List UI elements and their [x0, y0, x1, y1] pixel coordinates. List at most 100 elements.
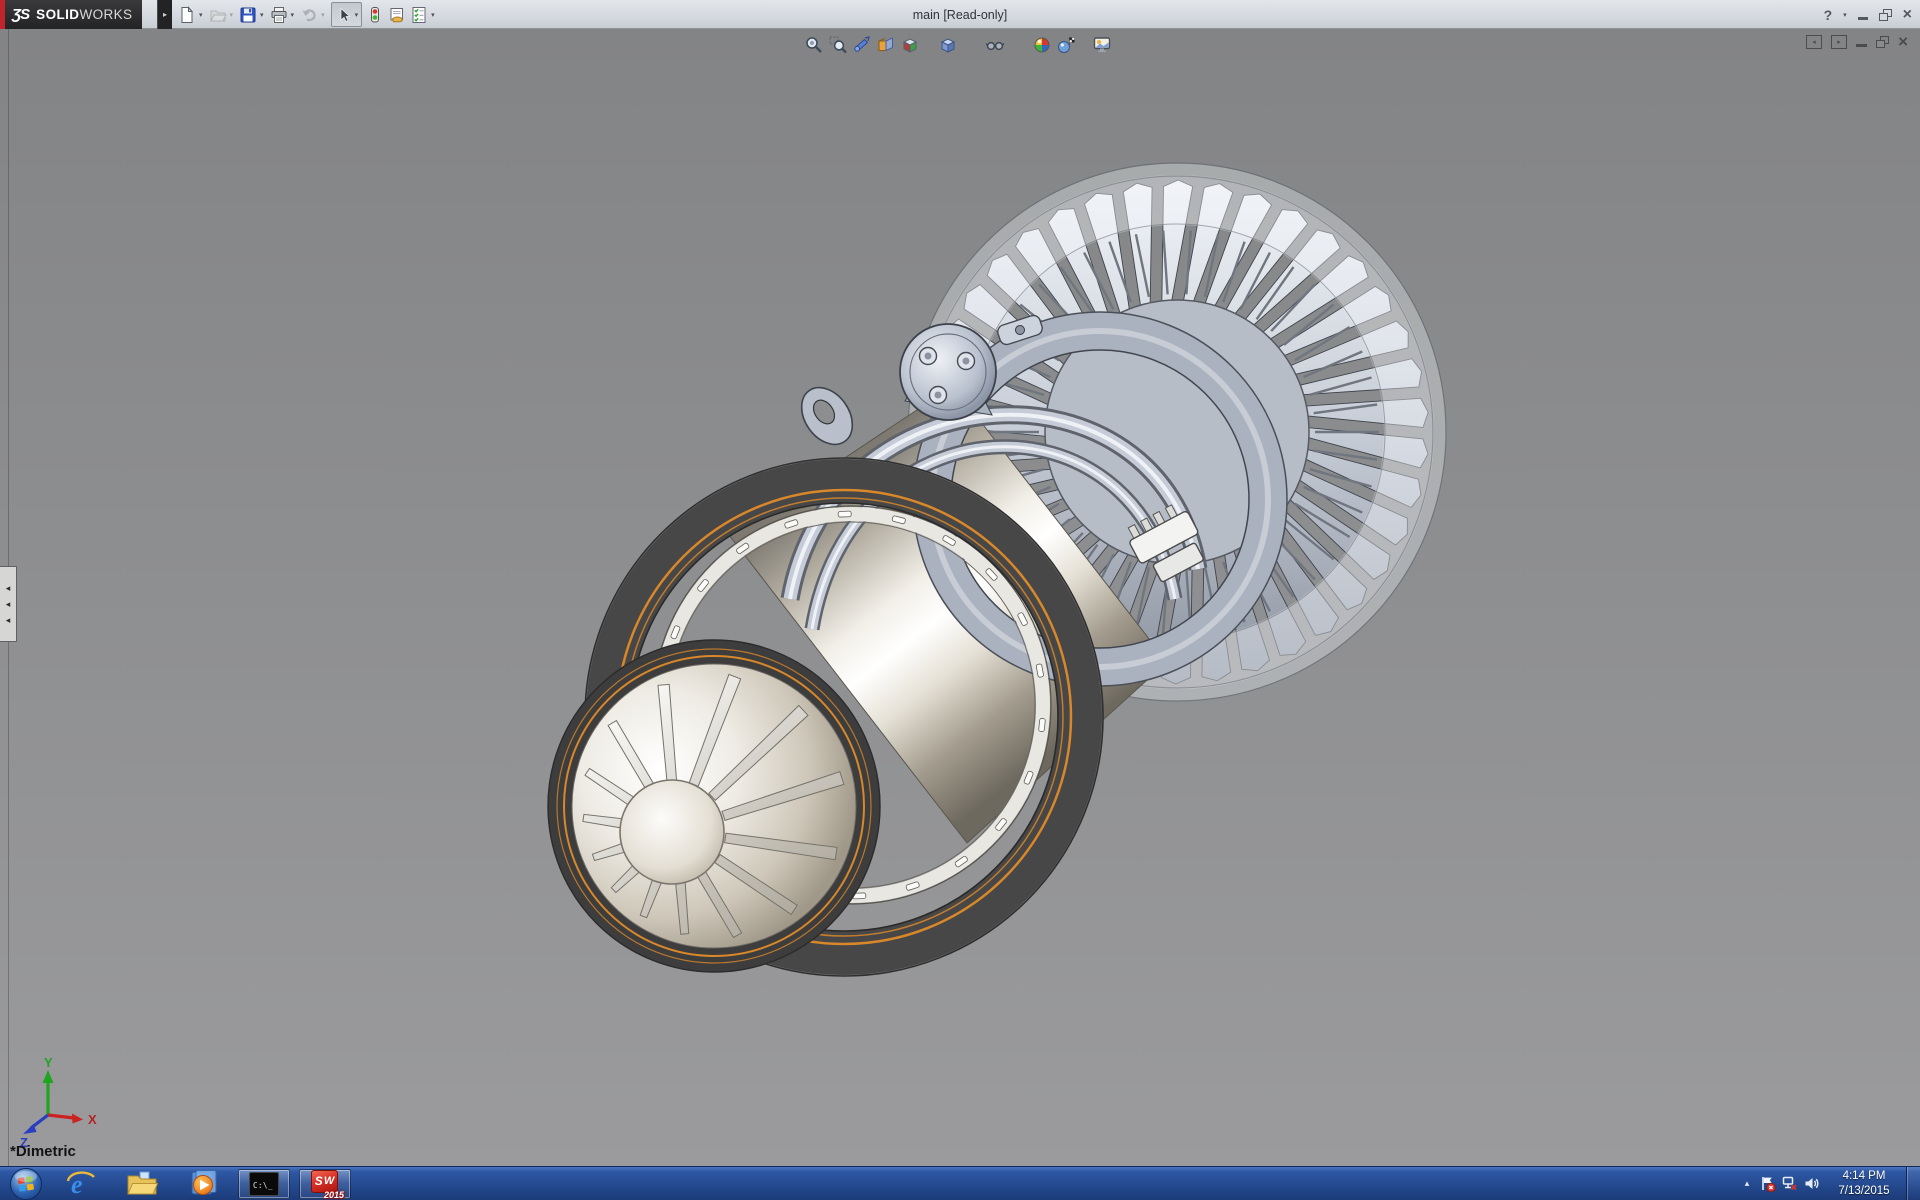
jet-engine-model	[548, 163, 1446, 976]
titlebar-controls: ? ▾ ×	[1824, 0, 1912, 29]
section-view-icon	[876, 35, 896, 55]
media-player-icon	[188, 1169, 218, 1199]
network-disconnected-icon	[1781, 1175, 1798, 1192]
expand-feature-pane-button[interactable]: ▸	[1831, 35, 1847, 49]
view-orientation-label: *Dimetric	[10, 1143, 76, 1160]
taskbar-clock[interactable]: 4:14 PM 7/13/2015	[1828, 1169, 1900, 1198]
show-desktop-button[interactable]	[1906, 1167, 1920, 1200]
volume-icon	[1803, 1175, 1820, 1192]
taskbar-internet-explorer[interactable]: e	[55, 1169, 107, 1199]
stoplight-icon	[366, 6, 384, 24]
accent-ring-inner	[564, 656, 864, 956]
view-settings-icon	[1092, 35, 1112, 55]
undo-icon	[300, 6, 318, 24]
taskbar-media-player[interactable]	[177, 1169, 229, 1199]
pane-expand-icon: ▸	[1837, 39, 1841, 46]
print-dropdown-icon[interactable]: ▾	[291, 11, 295, 19]
start-orb-icon	[9, 1167, 43, 1200]
fan-shroud-translucent	[945, 200, 1409, 664]
logo-red-strip	[0, 0, 5, 29]
document-close-button[interactable]: ×	[1898, 35, 1908, 49]
menu-flyout-arrow[interactable]: ▸	[157, 0, 172, 29]
open-icon	[209, 6, 227, 24]
section-view-button[interactable]	[874, 33, 898, 57]
taskbar-solidworks-2015[interactable]: SW 2015	[299, 1169, 351, 1199]
view-settings-button[interactable]	[1090, 33, 1114, 57]
hide-show-items-button[interactable]	[983, 33, 1007, 57]
zoom-to-area-button[interactable]	[826, 33, 850, 57]
close-button[interactable]: ×	[1903, 7, 1912, 23]
zoom-to-fit-button[interactable]	[802, 33, 826, 57]
select-button[interactable]	[334, 5, 354, 25]
help-button[interactable]: ?	[1824, 7, 1833, 23]
action-center-button[interactable]	[1756, 1167, 1778, 1200]
cone-face	[572, 664, 856, 948]
pane-collapse-icon: ◂	[1812, 39, 1816, 46]
duct-bevel	[592, 465, 1096, 969]
show-hidden-icons-button[interactable]: ▴	[1738, 1178, 1756, 1189]
stoplight-button[interactable]	[364, 4, 386, 26]
print-icon	[270, 6, 288, 24]
display-style-button[interactable]	[936, 33, 960, 57]
restore-button[interactable]	[1879, 9, 1892, 21]
connector-block	[1123, 500, 1211, 587]
select-dropdown-icon[interactable]: ▾	[355, 11, 359, 19]
print-button[interactable]	[268, 4, 290, 26]
core-cowl	[729, 386, 1167, 843]
previous-view-button[interactable]	[850, 33, 874, 57]
solidworks-window: ƷS SOLIDWORKS ▸ ▾ ▾	[0, 0, 1920, 1200]
open-button[interactable]	[207, 4, 229, 26]
collapse-arrow-icon: ◂	[6, 600, 11, 609]
minimize-button[interactable]	[1858, 17, 1868, 20]
volume-button[interactable]	[1800, 1167, 1822, 1200]
edit-appearance-button[interactable]	[1030, 33, 1054, 57]
collapse-feature-pane-button[interactable]: ◂	[1806, 35, 1822, 49]
checker-dropdown-icon[interactable]: ▾	[431, 11, 435, 19]
new-document-button[interactable]	[176, 4, 198, 26]
undo-button[interactable]	[298, 4, 320, 26]
open-dropdown-icon[interactable]: ▾	[230, 11, 234, 19]
flyout-arrow-icon: ▸	[163, 10, 167, 19]
accessory-gearbox	[791, 324, 996, 454]
windows-explorer-icon	[126, 1170, 158, 1197]
graphics-viewport[interactable]: ◂ ◂ ◂	[0, 29, 1920, 1166]
cone-dark-rim	[560, 652, 868, 960]
windows-taskbar: e	[0, 1166, 1920, 1200]
new-dropdown-icon[interactable]: ▾	[199, 11, 203, 19]
undo-dropdown-icon[interactable]: ▾	[321, 11, 325, 19]
y-axis-arrow	[43, 1070, 54, 1083]
select-cursor-icon	[336, 7, 352, 23]
save-icon	[239, 6, 257, 24]
view-orientation-button[interactable]	[898, 33, 922, 57]
system-tray: ▴	[1738, 1167, 1920, 1200]
new-document-icon	[178, 6, 196, 24]
collapse-arrow-icon: ◂	[6, 616, 11, 625]
logo-glyph: ƷS	[12, 6, 29, 23]
save-dropdown-icon[interactable]: ▾	[260, 11, 264, 19]
action-center-flag-icon	[1759, 1175, 1776, 1192]
apply-scene-button[interactable]	[1054, 33, 1078, 57]
taskbar-windows-explorer[interactable]	[116, 1169, 168, 1199]
save-button[interactable]	[237, 4, 259, 26]
edit-appearance-icon	[1032, 35, 1052, 55]
comment-options-icon	[388, 6, 406, 24]
comment-options-button[interactable]	[386, 4, 408, 26]
x-axis-arrow	[72, 1114, 83, 1124]
bypass-duct	[585, 458, 1103, 976]
document-restore-button[interactable]	[1876, 36, 1889, 48]
design-checker-button[interactable]	[408, 4, 430, 26]
hide-show-items-icon	[985, 35, 1005, 55]
feature-manager-collapsed-tab[interactable]: ◂ ◂ ◂	[0, 566, 17, 642]
view-orientation-icon	[900, 35, 920, 55]
solidworks-year-label: 2015	[324, 1190, 344, 1200]
taskbar-command-prompt[interactable]: C:\_	[238, 1169, 290, 1199]
command-prompt-icon: C:\_	[249, 1172, 279, 1196]
fan-assembly	[908, 163, 1446, 701]
network-status-button[interactable]	[1778, 1167, 1800, 1200]
document-minimize-button[interactable]	[1856, 44, 1867, 47]
start-button[interactable]	[6, 1167, 46, 1200]
titlebar: ƷS SOLIDWORKS ▸ ▾ ▾	[0, 0, 1920, 29]
fan-stator-spokes	[975, 231, 1379, 634]
cooling-pipes	[790, 415, 1198, 629]
help-dropdown-icon[interactable]: ▾	[1843, 11, 1847, 19]
